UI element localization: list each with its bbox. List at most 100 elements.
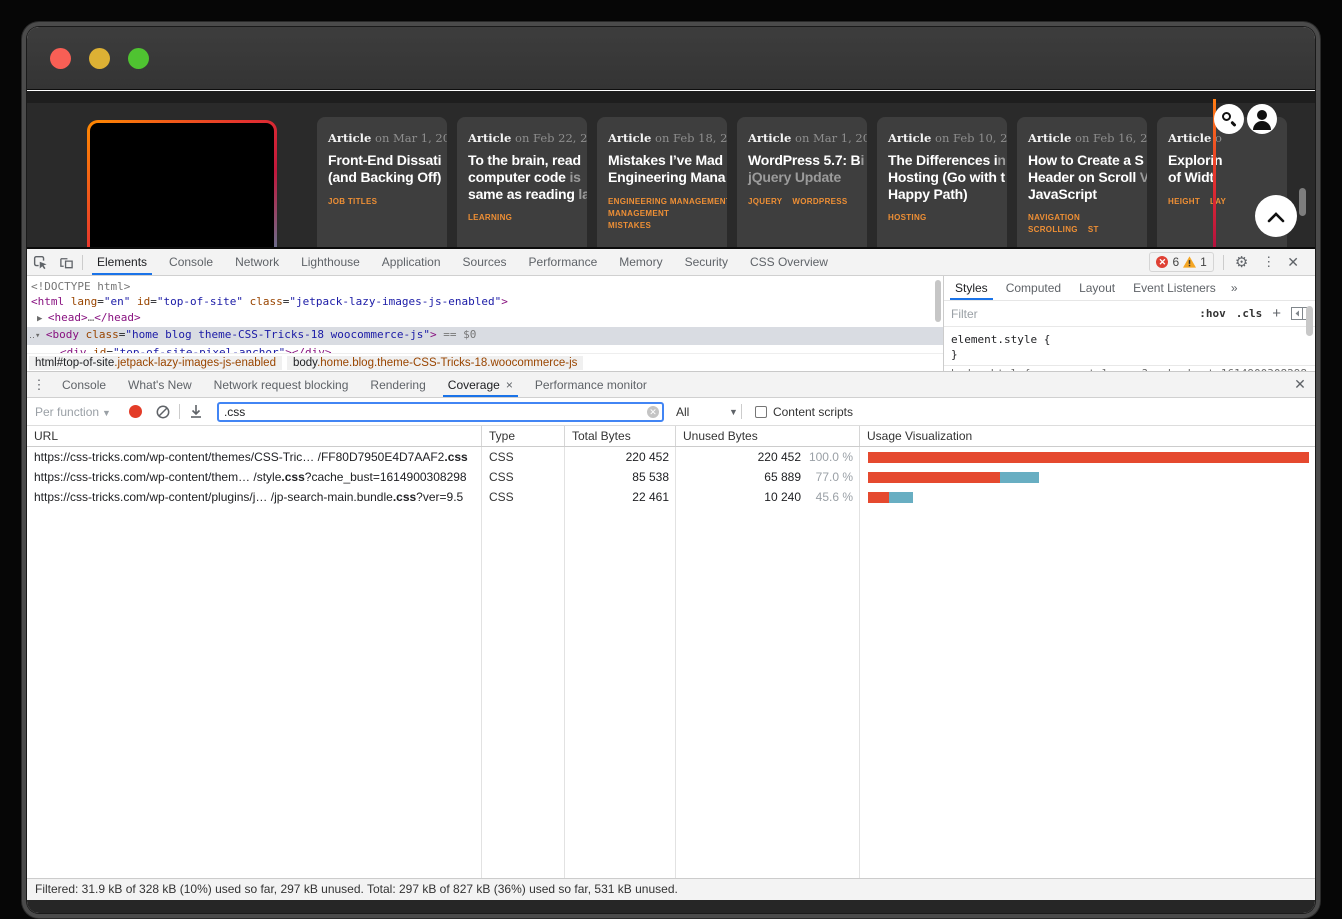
tab-memory[interactable]: Memory: [608, 249, 673, 275]
browser-window: Article on Mar 1, 202Front-End Dissati(a…: [27, 27, 1315, 913]
styles-scrollbar-thumb[interactable]: [1306, 306, 1313, 336]
devtools-drawer: ⋮ ConsoleWhat's NewNetwork request block…: [27, 371, 1315, 878]
article-title[interactable]: Front-End Dissati(and Backing Off): [328, 152, 436, 186]
scroll-to-top-button[interactable]: [1255, 195, 1297, 237]
tag-job-titles[interactable]: JOB TITLES: [328, 197, 377, 206]
more-options-icon[interactable]: ⋮: [1256, 254, 1281, 270]
elements-scrollbar-thumb[interactable]: [935, 280, 941, 322]
url-filter-input[interactable]: [217, 402, 664, 422]
styles-filter-input[interactable]: [951, 307, 1189, 321]
dom-node[interactable]: ▶ <head>…</head>: [27, 310, 943, 327]
toggle-class-button[interactable]: .cls: [1236, 307, 1263, 320]
clear-filter-icon[interactable]: ✕: [647, 406, 659, 418]
tag-st[interactable]: ST: [1088, 225, 1099, 234]
drawer-tab-network-request-blocking[interactable]: Network request blocking: [203, 372, 360, 397]
article-title[interactable]: WordPress 5.7: BijQuery Update: [748, 152, 856, 186]
drawer-tab-what-s-new[interactable]: What's New: [117, 372, 203, 397]
sidebar-tabs-overflow-icon[interactable]: »: [1225, 276, 1244, 300]
article-title[interactable]: The Differences inHosting (Go with tHapp…: [888, 152, 996, 202]
settings-gear-icon[interactable]: ⚙: [1227, 253, 1256, 271]
console-issues-badge[interactable]: ✕ 6 1: [1149, 252, 1213, 272]
site-search-button[interactable]: [1214, 104, 1244, 134]
tab-application[interactable]: Application: [371, 249, 452, 275]
toggle-hover-state-button[interactable]: :hov: [1199, 307, 1226, 320]
dom-node[interactable]: <div id="top-of-site-pixel-anchor"></div…: [27, 345, 943, 353]
tag-height[interactable]: HEIGHT: [1168, 197, 1200, 206]
type-cell: CSS: [482, 467, 565, 487]
breadcrumb-item[interactable]: body.home.blog.theme-CSS-Tricks-18.wooco…: [287, 356, 583, 370]
tab-css-overview[interactable]: CSS Overview: [739, 249, 839, 275]
style-rules[interactable]: element.style { }: [944, 327, 1315, 367]
drawer-tab-console[interactable]: Console: [51, 372, 117, 397]
tag-hosting[interactable]: HOSTING: [888, 213, 927, 222]
elements-panel: <!DOCTYPE html><html lang="en" id="top-o…: [27, 276, 944, 372]
article-title[interactable]: To the brain, readcomputer code issame a…: [468, 152, 576, 202]
article-card[interactable]: Article on Feb 18, 20Mistakes I’ve MadEn…: [597, 117, 727, 247]
tab-elements[interactable]: Elements: [86, 249, 158, 275]
article-tags: JOB TITLES: [328, 197, 436, 206]
column-header-url[interactable]: URL: [27, 426, 482, 446]
new-style-rule-button[interactable]: +: [1272, 305, 1281, 322]
content-scripts-checkbox[interactable]: [755, 406, 767, 418]
column-header-type[interactable]: Type: [482, 426, 565, 446]
column-header-usage-visualization[interactable]: Usage Visualization: [860, 426, 1315, 446]
breadcrumb-item[interactable]: html#top-of-site.jetpack-lazy-images-js-…: [29, 356, 282, 370]
sidebar-tab-event-listeners[interactable]: Event Listeners: [1124, 276, 1225, 300]
tab-sources[interactable]: Sources: [452, 249, 518, 275]
inspect-element-button[interactable]: [27, 249, 53, 275]
record-coverage-button[interactable]: [129, 405, 142, 418]
article-card[interactable]: Article on Mar 1, 202WordPress 5.7: BijQ…: [737, 117, 867, 247]
article-card[interactable]: Article on Feb 16, 20How to Create a SHe…: [1017, 117, 1147, 247]
minimize-window-button[interactable]: [89, 48, 110, 69]
article-title[interactable]: Explorinof Widt: [1168, 152, 1276, 186]
article-card[interactable]: Article on Feb 22, 20To the brain, readc…: [457, 117, 587, 247]
tab-performance[interactable]: Performance: [518, 249, 609, 275]
sidebar-tab-layout[interactable]: Layout: [1070, 276, 1124, 300]
drawer-tab-rendering[interactable]: Rendering: [359, 372, 436, 397]
tag-management[interactable]: MANAGEMENT: [608, 209, 669, 218]
sidebar-tab-computed[interactable]: Computed: [997, 276, 1070, 300]
export-download-icon[interactable]: [189, 404, 203, 419]
tag-wordpress[interactable]: WORDPRESS: [792, 197, 847, 206]
close-drawer-icon[interactable]: ✕: [1285, 372, 1315, 397]
clear-coverage-icon[interactable]: [156, 405, 170, 419]
tab-network[interactable]: Network: [224, 249, 290, 275]
tag-scrolling[interactable]: SCROLLING: [1028, 225, 1078, 234]
tag-engineering-management[interactable]: ENGINEERING MANAGEMENT: [608, 197, 727, 206]
drawer-tab-performance-monitor[interactable]: Performance monitor: [524, 372, 658, 397]
toggle-device-toolbar-button[interactable]: [53, 249, 79, 275]
page-scrollbar-thumb[interactable]: [1299, 188, 1306, 216]
sidebar-tab-styles[interactable]: Styles: [946, 276, 997, 300]
tab-lighthouse[interactable]: Lighthouse: [290, 249, 371, 275]
dom-node[interactable]: <html lang="en" id="top-of-site" class="…: [27, 294, 943, 309]
coverage-row[interactable]: https://css-tricks.com/wp-content/them… …: [27, 467, 1315, 487]
inspect-cursor-icon: [33, 255, 48, 270]
tag-jquery[interactable]: JQUERY: [748, 197, 782, 206]
drawer-menu-icon[interactable]: ⋮: [27, 372, 51, 397]
coverage-row[interactable]: https://css-tricks.com/wp-content/plugin…: [27, 487, 1315, 507]
article-title[interactable]: Mistakes I’ve MadEngineering Mana: [608, 152, 716, 186]
tag-mistakes[interactable]: MISTAKES: [608, 221, 651, 230]
column-header-total-bytes[interactable]: Total Bytes: [565, 426, 676, 446]
column-header-unused-bytes[interactable]: Unused Bytes: [676, 426, 860, 446]
coverage-scope-dropdown[interactable]: Per function▼: [35, 405, 111, 419]
coverage-row[interactable]: https://css-tricks.com/wp-content/themes…: [27, 447, 1315, 467]
dom-tree[interactable]: <!DOCTYPE html><html lang="en" id="top-o…: [27, 276, 943, 353]
drawer-tab-coverage[interactable]: Coverage×: [437, 372, 524, 397]
tag-navigation[interactable]: NAVIGATION: [1028, 213, 1080, 222]
type-filter-dropdown[interactable]: All ▼: [676, 405, 738, 419]
dom-node[interactable]: <!DOCTYPE html>: [27, 279, 943, 294]
close-devtools-icon[interactable]: ✕: [1281, 254, 1309, 271]
article-title[interactable]: How to Create a SHeader on Scroll VJavaS…: [1028, 152, 1136, 202]
tab-console[interactable]: Console: [158, 249, 224, 275]
close-coverage-tab-icon[interactable]: ×: [506, 378, 513, 392]
site-account-button[interactable]: [1247, 104, 1277, 134]
article-card[interactable]: Article on Mar 1, 202Front-End Dissati(a…: [317, 117, 447, 247]
css-tricks-logo-card[interactable]: [87, 120, 277, 247]
article-card[interactable]: Article on Feb 10, 20The Differences inH…: [877, 117, 1007, 247]
zoom-window-button[interactable]: [128, 48, 149, 69]
dom-node-selected[interactable]: ‥▾ <body class="home blog theme-CSS-Tric…: [27, 327, 943, 344]
tab-security[interactable]: Security: [674, 249, 739, 275]
close-window-button[interactable]: [50, 48, 71, 69]
tag-learning[interactable]: LEARNING: [468, 213, 512, 222]
